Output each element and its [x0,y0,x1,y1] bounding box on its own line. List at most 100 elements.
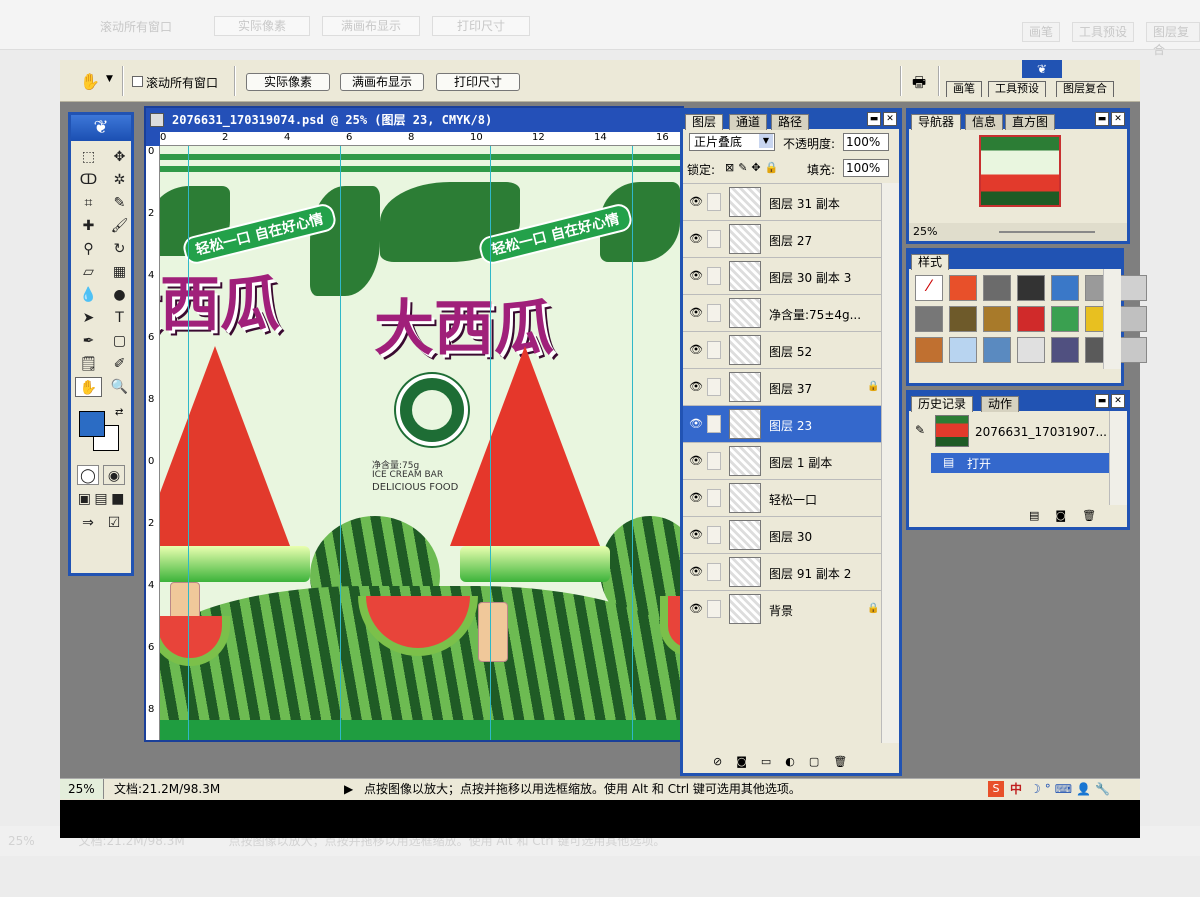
style-swatch[interactable] [983,337,1011,363]
chevron-down-icon[interactable]: ▼ [759,134,773,148]
canvas-artwork[interactable]: 轻松一口 自在好心情 轻松一口 自在好心情 大西瓜 大西瓜 净含量:75g IC… [160,146,682,740]
fit-screen-button[interactable]: 满画布显示 [340,73,424,91]
layer-link-box[interactable] [707,452,721,470]
style-swatch[interactable] [1051,306,1079,332]
style-swatch[interactable] [983,275,1011,301]
swap-colors-icon[interactable]: ⇄ [115,407,123,418]
marquee-tool-icon[interactable]: ⬚ [75,147,102,167]
layer-row[interactable]: 👁 图层 1 副本 [683,442,883,479]
style-swatch[interactable] [949,337,977,363]
eyedropper-tool-icon[interactable]: ✐ [106,354,133,374]
full-screen-mode-icon[interactable]: ■ [110,489,125,509]
tab-info[interactable]: 信息 [965,114,1004,130]
tab-channels[interactable]: 通道 [729,114,768,130]
tab-styles[interactable]: 样式 [911,254,950,270]
standard-mode-icon[interactable]: ◯ [77,465,99,485]
well-tab-brushes[interactable]: 画笔 [946,81,982,97]
guide-line[interactable] [188,146,189,740]
layer-link-box[interactable] [707,489,721,507]
shape-tool-icon[interactable]: ▢ [106,331,133,351]
visibility-eye-icon[interactable]: 👁 [689,196,703,208]
blur-tool-icon[interactable]: 💧 [75,285,102,305]
horizontal-ruler[interactable]: 0 2 4 6 8 10 12 14 16 [160,132,682,146]
gradient-tool-icon[interactable]: ▦ [106,262,133,282]
style-swatch[interactable] [949,275,977,301]
scroll-all-checkbox[interactable] [132,76,143,87]
style-swatch[interactable] [1051,275,1079,301]
zoom-field[interactable]: 25% [60,779,104,799]
print-size-button[interactable]: 打印尺寸 [436,73,520,91]
navigator-preview[interactable] [979,135,1061,207]
layer-row[interactable]: 👁 图层 91 副本 2 [683,553,883,590]
history-scrollbar[interactable] [1109,411,1127,505]
layer-link-box[interactable] [707,563,721,581]
ime-logo-icon[interactable]: S [988,781,1004,797]
zoom-slider[interactable] [999,231,1095,233]
lock-icons[interactable]: ⊠✎✥🔒 [725,161,782,174]
close-icon[interactable]: ✕ [1111,112,1125,126]
tab-layers[interactable]: 图层 [685,114,724,130]
hand-tool-icon[interactable]: ✋ [75,377,102,397]
guide-line[interactable] [340,146,341,740]
minimize-icon[interactable]: ▬ [867,112,881,126]
guide-line[interactable] [490,146,491,740]
adobe-online-icon[interactable]: ❦ [1022,60,1062,78]
clone-stamp-tool-icon[interactable]: ⚲ [75,239,102,259]
opacity-field[interactable]: 100% [843,133,889,151]
layer-row[interactable]: 👁 背景 🔒 [683,590,883,627]
close-icon[interactable]: ✕ [883,112,897,126]
layer-row[interactable]: 👁 轻松一口 [683,479,883,516]
vertical-ruler[interactable]: 0 2 4 6 8 0 2 4 6 8 [146,146,160,740]
slice-tool-icon[interactable]: ✎ [106,193,133,213]
tab-histogram[interactable]: 直方图 [1005,114,1056,130]
layer-link-box[interactable] [707,526,721,544]
path-selection-tool-icon[interactable]: ➤ [75,308,102,328]
well-tab-layer-comps[interactable]: 图层复合 [1056,81,1114,97]
visibility-eye-icon[interactable]: 👁 [689,529,703,541]
style-swatch[interactable]: ⁄ [915,275,943,301]
pen-tool-icon[interactable]: ✒ [75,331,102,351]
style-swatch[interactable] [1051,337,1079,363]
style-swatch[interactable] [1119,337,1147,363]
ime-toolbar-icons[interactable]: ☽°⌨👤🔧 [1030,779,1114,799]
style-swatch[interactable] [915,306,943,332]
style-swatch[interactable] [1119,275,1147,301]
status-arrow-icon[interactable]: ▶ [344,779,353,799]
standard-screen-mode-icon[interactable]: ▣ [77,489,92,509]
visibility-eye-icon[interactable]: 👁 [689,566,703,578]
document-size[interactable]: 文档:21.2M/98.3M [114,779,220,799]
layer-link-box[interactable] [707,415,721,433]
guide-line[interactable] [632,146,633,740]
layer-row[interactable]: 👁 图层 30 [683,516,883,553]
layer-row[interactable]: 👁 图层 37 🔒 [683,368,883,405]
layers-bottom-toolbar[interactable]: ⊘◙▭◐▢🗑 [683,755,899,773]
visibility-eye-icon[interactable]: 👁 [689,603,703,615]
style-swatch[interactable] [915,337,943,363]
fill-field[interactable]: 100% [843,159,889,177]
minimize-icon[interactable]: ▬ [1095,112,1109,126]
move-tool-icon[interactable]: ✥ [106,147,133,167]
type-tool-icon[interactable]: T [106,308,133,328]
layer-link-box[interactable] [707,193,721,211]
visibility-eye-icon[interactable]: 👁 [689,455,703,467]
visibility-eye-icon[interactable]: 👁 [689,381,703,393]
layer-row[interactable]: 👁 图层 30 副本 3 [683,257,883,294]
tab-actions[interactable]: 动作 [981,396,1020,412]
layer-row[interactable]: 👁 图层 52 [683,331,883,368]
history-bottom-toolbar[interactable]: ▤◙🗑 [909,509,1127,527]
layer-link-box[interactable] [707,304,721,322]
file-browser-icon[interactable]: 🖶 [912,72,926,97]
layers-scrollbar[interactable] [881,183,899,743]
notes-tool-icon[interactable]: 🗒 [75,354,102,374]
layer-link-box[interactable] [707,341,721,359]
layer-row[interactable]: 👁 图层 31 副本 [683,183,883,220]
visibility-eye-icon[interactable]: 👁 [689,270,703,282]
magic-wand-tool-icon[interactable]: ✲ [106,170,133,190]
navigator-zoom[interactable]: 25% [913,225,937,238]
style-swatch[interactable] [1017,337,1045,363]
jump-to-imageready-icon[interactable]: ⇒ [77,513,99,533]
history-brush-source-icon[interactable]: ✎ [915,423,925,437]
hand-tool-icon[interactable]: ✋ [80,72,100,91]
style-swatch[interactable] [1017,275,1045,301]
zoom-tool-icon[interactable]: 🔍 [106,377,133,397]
